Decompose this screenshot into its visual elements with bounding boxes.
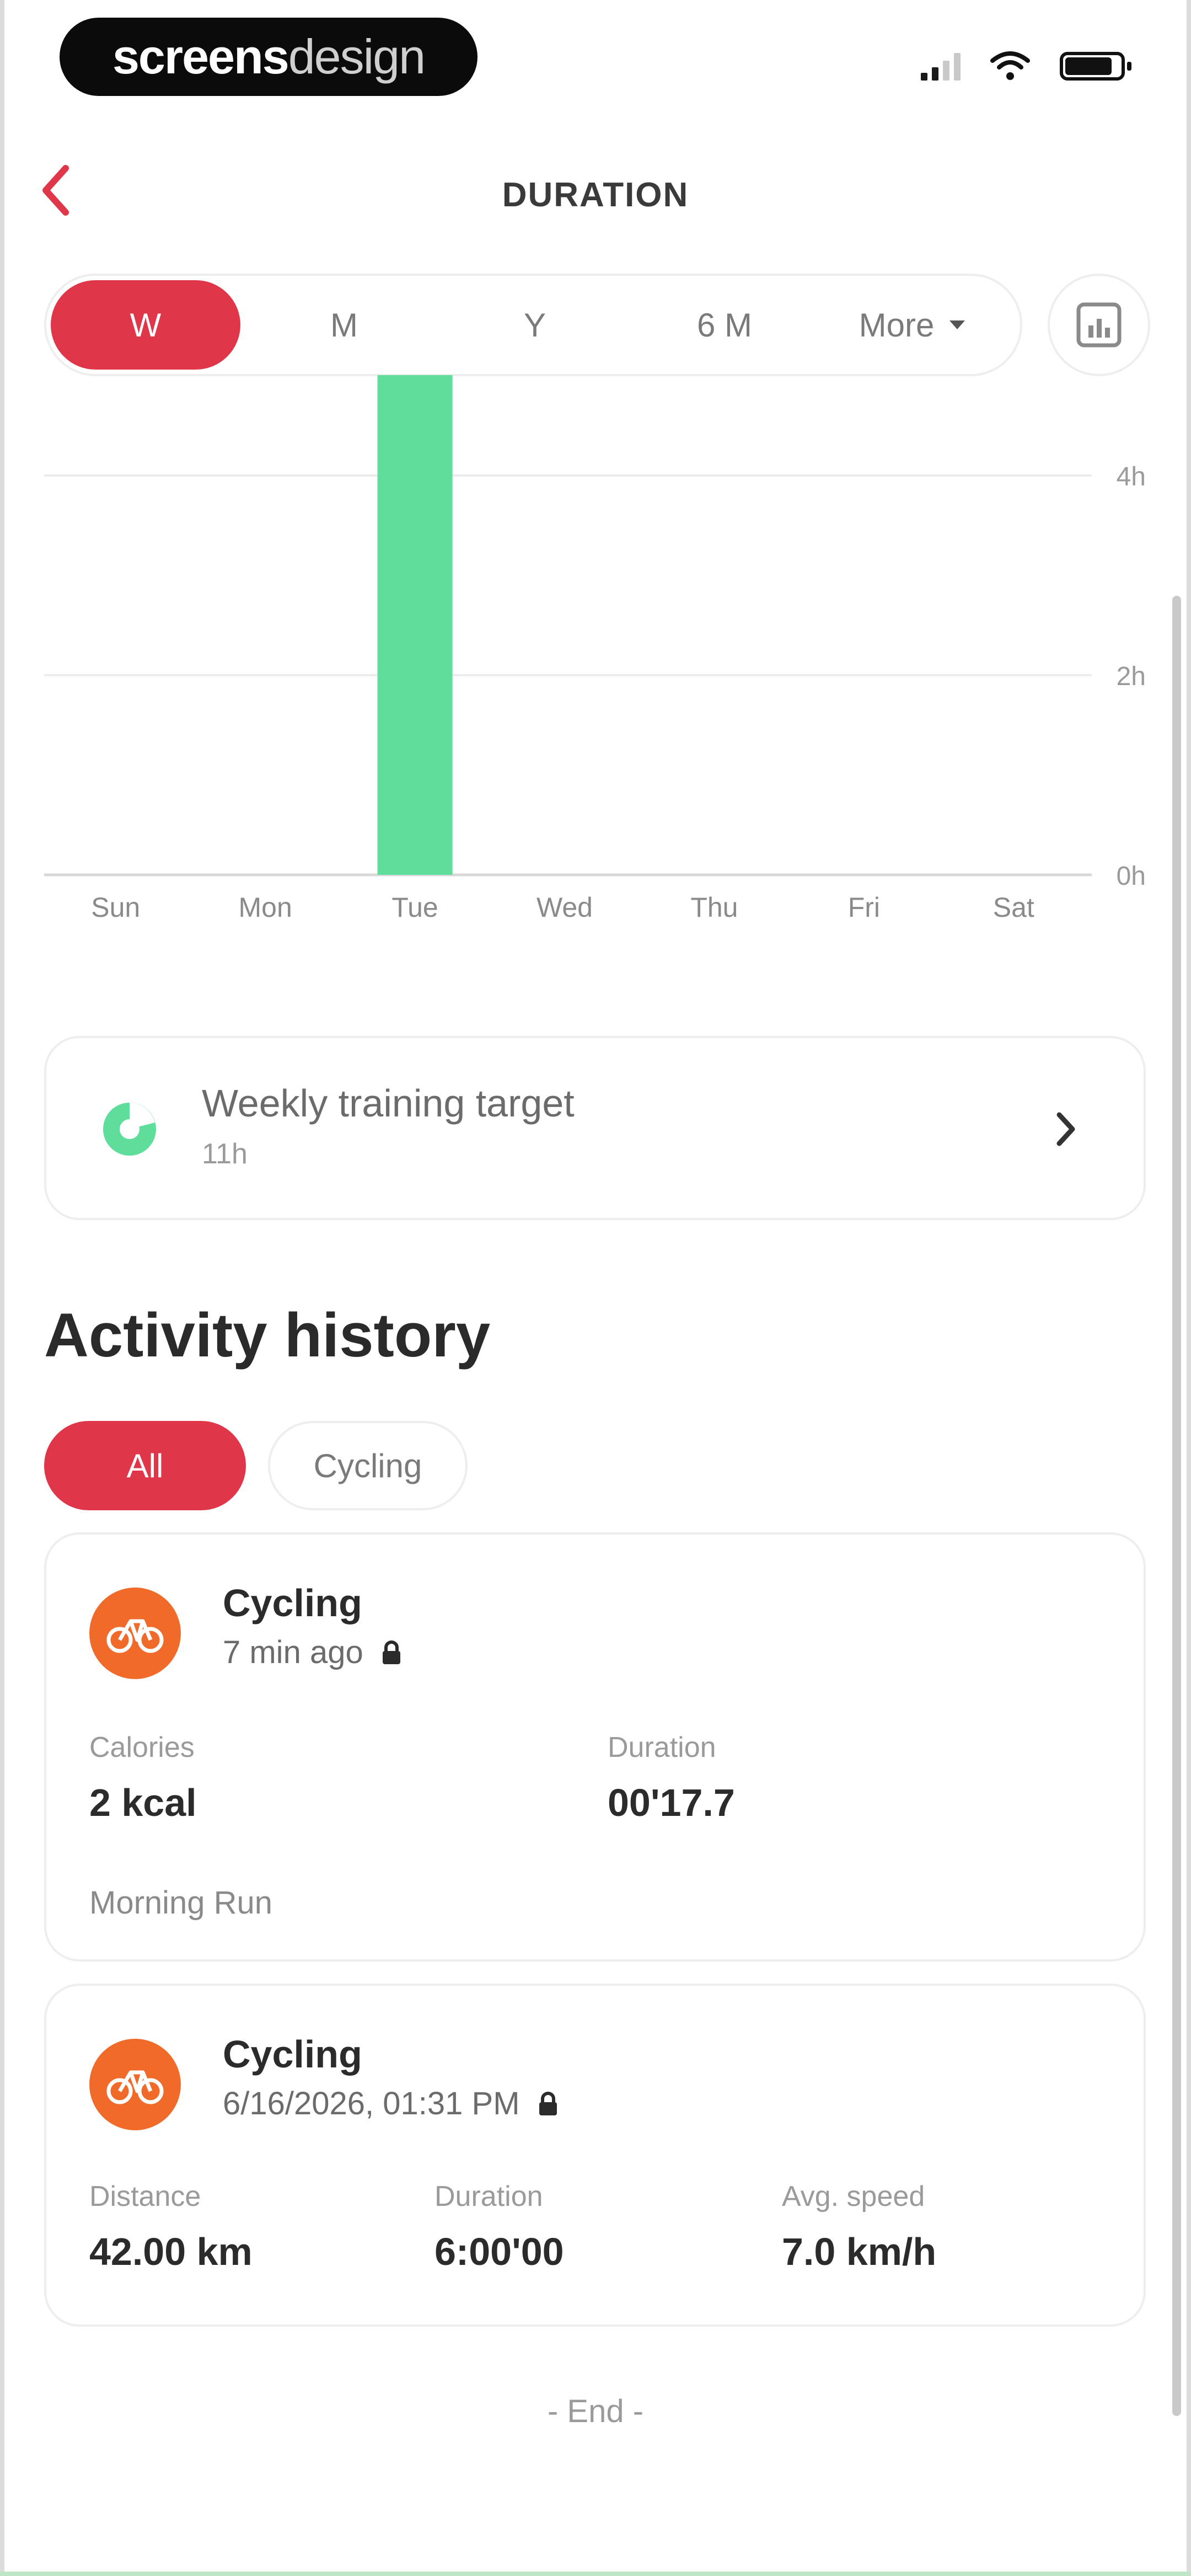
- period-year[interactable]: Y: [469, 280, 601, 370]
- bicycle-icon: [106, 1619, 164, 1653]
- metric-value: 42.00 km: [89, 2230, 253, 2273]
- metric-value: 00'17.7: [608, 1781, 735, 1824]
- lock-icon: [382, 1640, 400, 1664]
- x-tick-label: Sun: [91, 892, 140, 923]
- end-of-list-label: - End -: [547, 2393, 644, 2429]
- activity-note: Morning Run: [89, 1885, 273, 1921]
- filter-cycling-label: Cycling: [313, 1447, 422, 1484]
- period-more-label: More: [859, 306, 935, 344]
- metric-value: 7.0 km/h: [782, 2230, 937, 2273]
- x-tick-label: Wed: [537, 892, 593, 923]
- period-selector: W M Y 6 M More: [44, 274, 1022, 376]
- period-month[interactable]: M: [278, 280, 410, 370]
- period-more-dropdown[interactable]: More: [829, 280, 995, 370]
- brand-logo: screens design: [60, 18, 478, 96]
- metric-label: Calories: [89, 1731, 195, 1763]
- scrollbar[interactable]: [1172, 596, 1181, 2416]
- cycling-avatar: [89, 1588, 181, 1679]
- lock-icon: [539, 2091, 557, 2115]
- bar: [377, 375, 453, 875]
- activity-title: Cycling: [223, 2033, 362, 2076]
- page-title: DURATION: [502, 176, 689, 214]
- activity-history-title: Activity history: [44, 1301, 491, 1370]
- period-month-label: M: [330, 306, 358, 344]
- period-year-label: Y: [523, 306, 546, 344]
- brand-part-2: design: [288, 29, 426, 84]
- brand-part-1: screens: [112, 29, 289, 84]
- period-week[interactable]: W: [51, 280, 240, 370]
- activity-time: 6/16/2026, 01:31 PM: [223, 2085, 561, 2122]
- target-progress-icon: [103, 1103, 156, 1156]
- x-tick-label: Mon: [239, 892, 292, 923]
- metric-value: 6:00'00: [434, 2230, 564, 2273]
- target-value: 11h: [202, 1138, 248, 1170]
- x-tick-label: Tue: [391, 892, 438, 923]
- x-tick-label: Sat: [993, 892, 1034, 923]
- bicycle-icon: [106, 2070, 164, 2104]
- activity-card[interactable]: Cycling 7 min ago Calories 2 kcal Durati…: [44, 1532, 1146, 1962]
- metric-label: Duration: [434, 2180, 543, 2212]
- weekly-target-card[interactable]: Weekly training target 11h: [44, 1036, 1146, 1220]
- activity-time-text: 7 min ago: [223, 1634, 363, 1670]
- battery-icon: [1060, 52, 1131, 81]
- duration-chart-svg: 0h 2h 4h Sun Mon Tue Wed Thu Fri Sat: [44, 375, 1146, 923]
- activity-time-text: 6/16/2026, 01:31 PM: [223, 2086, 520, 2121]
- x-tick-label: Thu: [690, 892, 738, 923]
- metric-value: 2 kcal: [89, 1781, 197, 1824]
- caret-down-icon: [949, 320, 965, 329]
- signal-icon: [921, 52, 961, 81]
- period-6-month-label: 6 M: [696, 306, 753, 344]
- y-tick-label: 4h: [1117, 462, 1146, 491]
- activity-card[interactable]: Cycling 6/16/2026, 01:31 PM Distance 42.…: [44, 1984, 1146, 2327]
- y-tick-label: 0h: [1117, 862, 1146, 891]
- bar-chart-icon: [1076, 302, 1122, 348]
- bottom-edge: [0, 2572, 1191, 2576]
- chart-type-button[interactable]: [1048, 274, 1150, 376]
- chevron-right-icon: [1041, 1104, 1091, 1154]
- filter-cycling[interactable]: Cycling: [268, 1421, 468, 1510]
- activity-time: 7 min ago: [223, 1634, 404, 1671]
- duration-chart: 0h 2h 4h Sun Mon Tue Wed Thu Fri Sat: [0, 375, 1191, 927]
- metric-label: Avg. speed: [782, 2180, 925, 2212]
- wifi-icon: [990, 51, 1030, 80]
- metric-label: Distance: [89, 2180, 201, 2212]
- filter-all-label: All: [126, 1447, 164, 1484]
- y-tick-label: 2h: [1117, 662, 1146, 691]
- activity-title: Cycling: [223, 1581, 362, 1624]
- period-6-month[interactable]: 6 M: [658, 280, 791, 370]
- status-icons: [921, 51, 1131, 82]
- period-week-label: W: [130, 306, 162, 344]
- target-title: Weekly training target: [202, 1082, 575, 1125]
- x-tick-label: Fri: [848, 892, 880, 923]
- cycling-avatar: [89, 2039, 181, 2130]
- filter-all[interactable]: All: [44, 1421, 246, 1510]
- metric-label: Duration: [608, 1731, 716, 1763]
